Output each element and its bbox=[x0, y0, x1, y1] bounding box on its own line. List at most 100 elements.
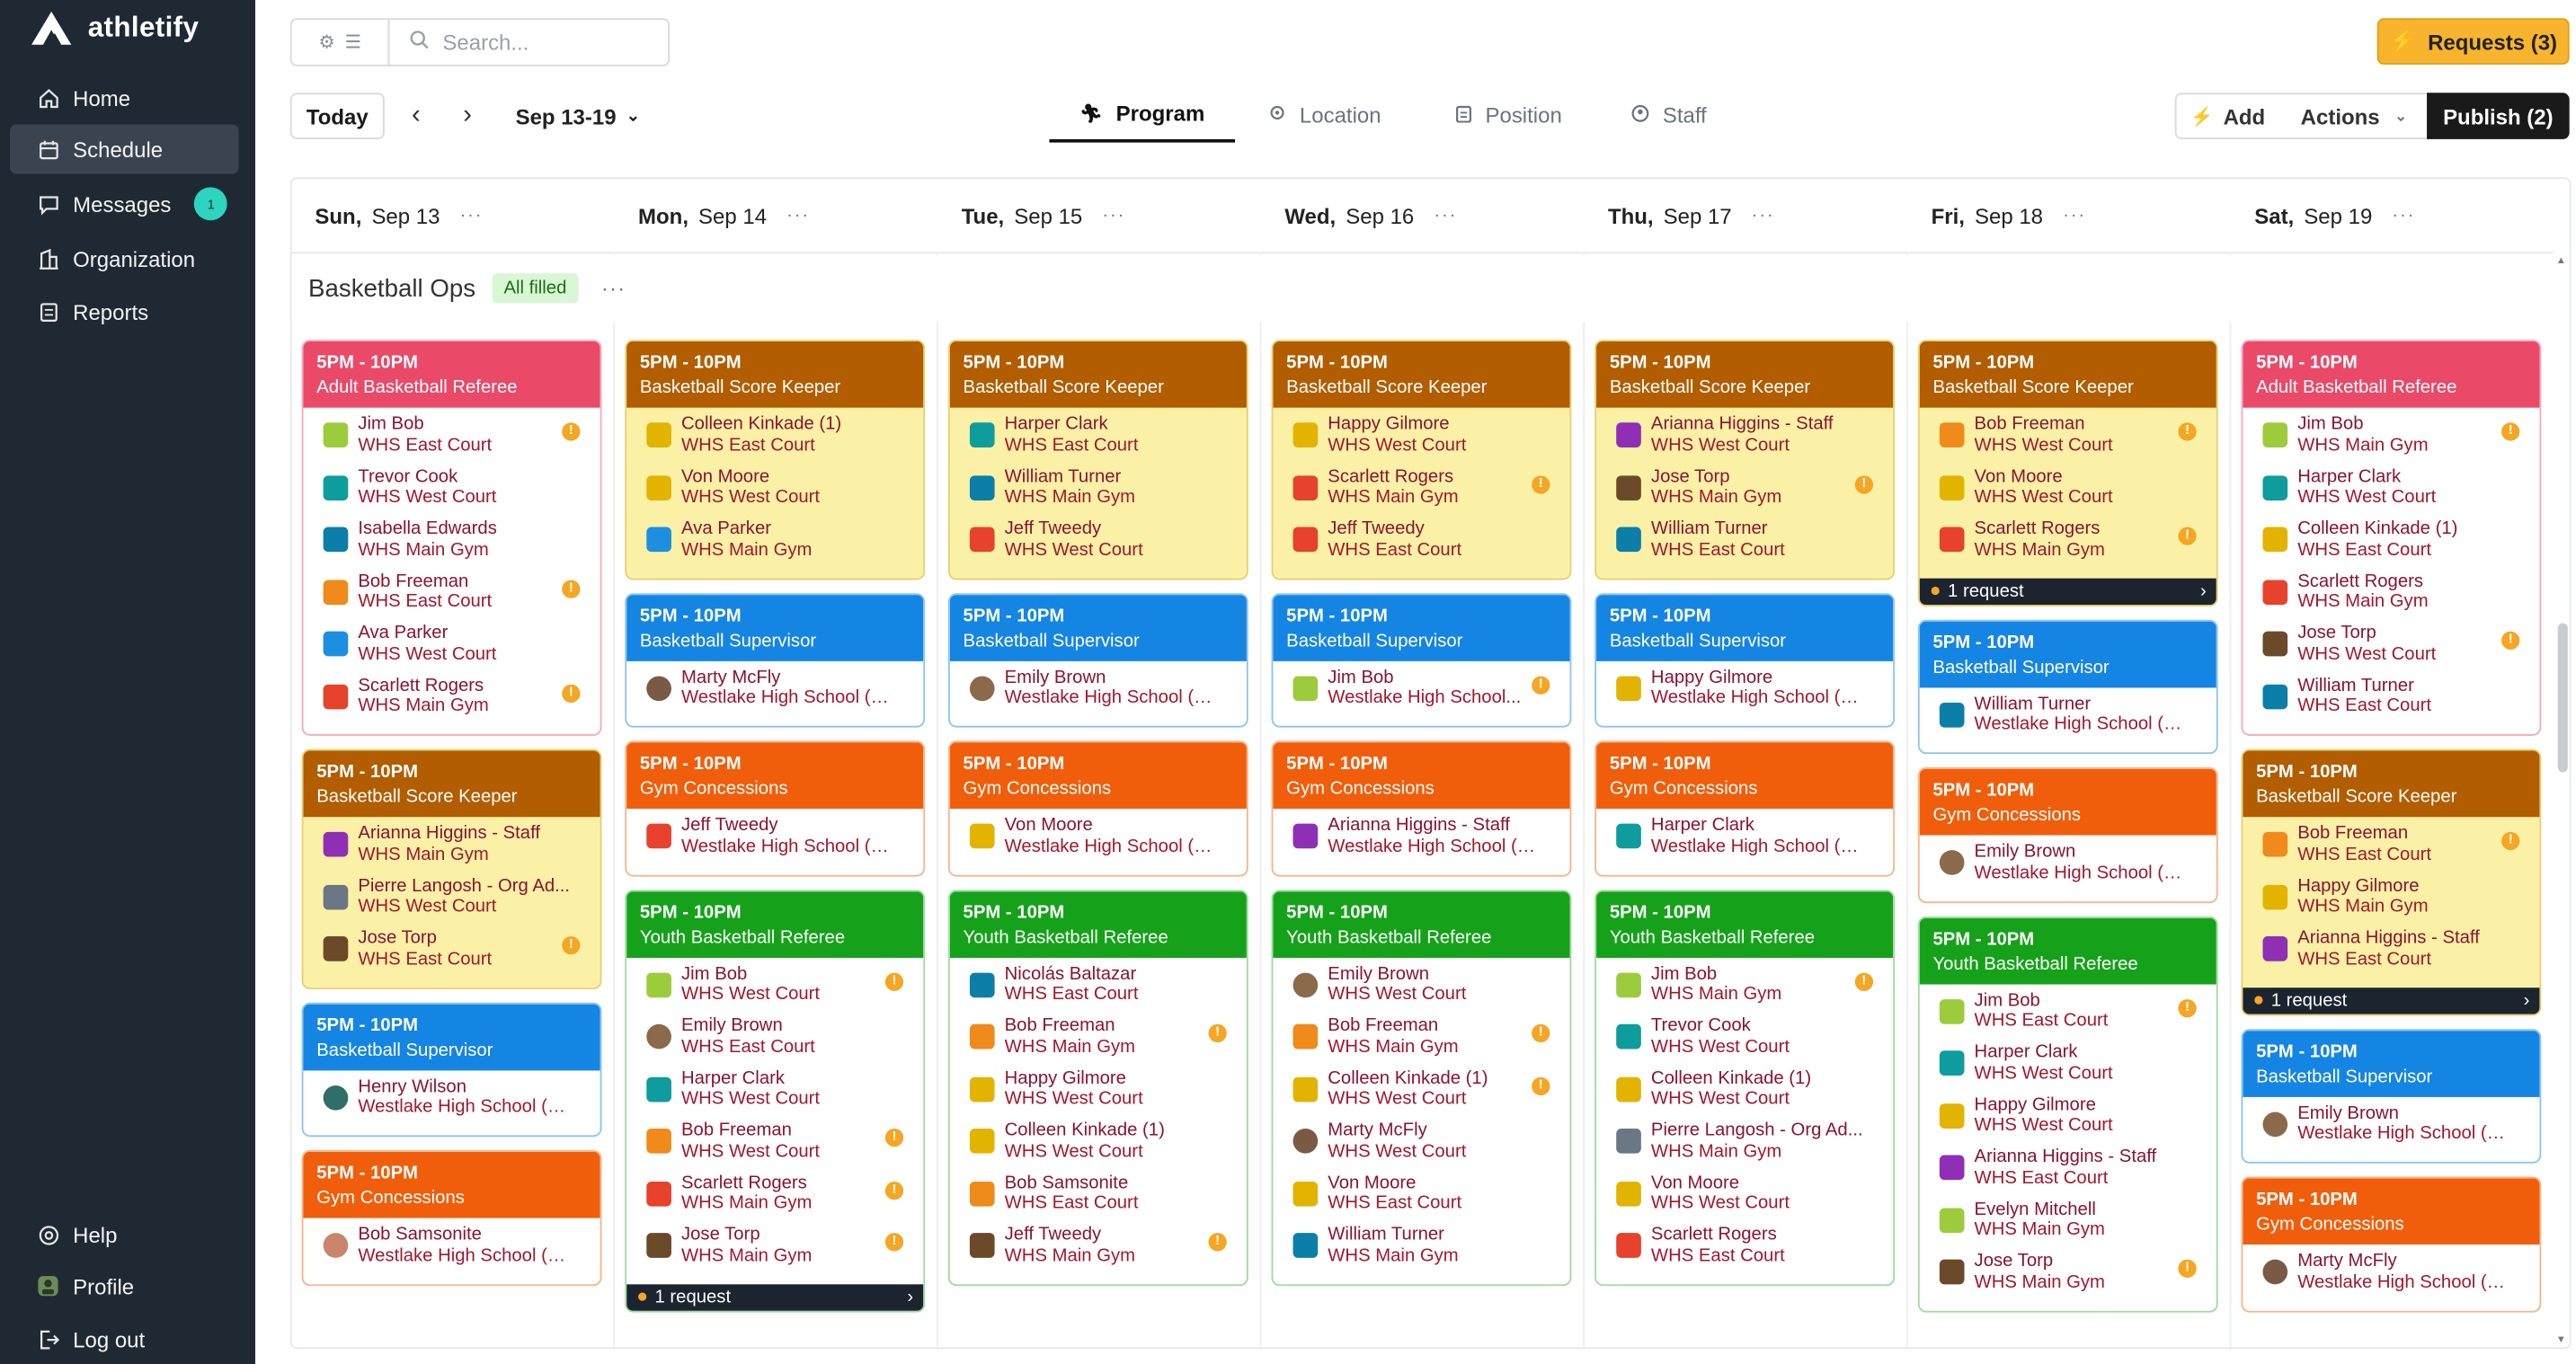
staff-entry[interactable]: Emily Brown Westlake High School (W... bbox=[2243, 1103, 2539, 1155]
warning-icon[interactable]: ! bbox=[2178, 1259, 2197, 1278]
shift-card[interactable]: 5PM - 10PM Basketball Supervisor William T… bbox=[1917, 618, 2218, 755]
shift-header[interactable]: 5PM - 10PM Gym Concessions bbox=[1273, 742, 1570, 810]
warning-icon[interactable]: ! bbox=[1208, 1023, 1227, 1043]
shift-card[interactable]: 5PM - 10PM Adult Basketball Referee Jim Bo… bbox=[2241, 340, 2542, 736]
nav-reports[interactable]: Reports bbox=[10, 287, 239, 336]
publish-button[interactable]: Publish (2) bbox=[2427, 93, 2570, 139]
request-bar[interactable]: 1 request › bbox=[2243, 987, 2540, 1014]
warning-icon[interactable]: ! bbox=[884, 971, 904, 990]
staff-entry[interactable]: Jim Bob WHS Main Gym! bbox=[1596, 963, 1893, 1015]
nav-messages[interactable]: Messages 1 bbox=[10, 179, 239, 228]
staff-entry[interactable]: Happy Gilmore Westlake High School (W... bbox=[1596, 667, 1893, 719]
warning-icon[interactable]: ! bbox=[2501, 422, 2520, 441]
staff-entry[interactable]: Marty McFly Westlake High School (W... bbox=[2243, 1251, 2539, 1303]
staff-entry[interactable]: Von Moore WHS West Court bbox=[626, 466, 923, 518]
staff-entry[interactable]: Jose Torp WHS East Court! bbox=[304, 928, 600, 980]
shift-header[interactable]: 5PM - 10PM Basketball Supervisor bbox=[1919, 620, 2216, 687]
shift-header[interactable]: 5PM - 10PM Gym Concessions bbox=[1596, 742, 1894, 810]
add-button[interactable]: ⚡ Add bbox=[2177, 94, 2279, 137]
staff-entry[interactable]: Von Moore WHS West Court bbox=[1596, 1173, 1893, 1225]
shift-card[interactable]: 5PM - 10PM Gym Concessions Emily Brown West… bbox=[1917, 766, 2218, 903]
warning-icon[interactable]: ! bbox=[562, 683, 581, 703]
more-icon[interactable]: ··· bbox=[1434, 206, 1457, 226]
shift-header[interactable]: 5PM - 10PM Basketball Score Keeper bbox=[1919, 341, 2216, 408]
shift-header[interactable]: 5PM - 10PM Basketball Supervisor bbox=[949, 594, 1247, 660]
more-icon[interactable]: ··· bbox=[2392, 206, 2415, 226]
shift-header[interactable]: 5PM - 10PM Basketball Score Keeper bbox=[1596, 341, 1894, 408]
shift-header[interactable]: 5PM - 10PM Gym Concessions bbox=[949, 742, 1247, 810]
staff-entry[interactable]: Colleen Kinkade (1) WHS East Court bbox=[626, 414, 923, 466]
staff-entry[interactable]: Bob Samsonite Westlake High School (W... bbox=[304, 1225, 600, 1277]
staff-entry[interactable]: Emily Brown WHS East Court bbox=[626, 1016, 923, 1068]
staff-entry[interactable]: Happy Gilmore WHS West Court bbox=[950, 1068, 1247, 1120]
shift-card[interactable]: 5PM - 10PM Gym Concessions Arianna Higgins… bbox=[1271, 740, 1572, 876]
staff-entry[interactable]: Von Moore Westlake High School (W... bbox=[950, 815, 1247, 867]
staff-entry[interactable]: Colleen Kinkade (1) WHS West Court bbox=[950, 1120, 1247, 1173]
shift-card[interactable]: 5PM - 10PM Basketball Supervisor Jim Bob We… bbox=[1271, 592, 1572, 728]
staff-entry[interactable]: Arianna Higgins - Staff WHS Main Gym bbox=[304, 824, 600, 876]
staff-entry[interactable]: William Turner WHS Main Gym bbox=[1273, 1225, 1569, 1277]
shift-card[interactable]: 5PM - 10PM Gym Concessions Harper Clark Wes… bbox=[1594, 740, 1896, 876]
warning-icon[interactable]: ! bbox=[1854, 971, 1874, 990]
day-header[interactable]: Tue, Sep 15 ··· bbox=[938, 179, 1125, 252]
shift-card[interactable]: 5PM - 10PM Basketball Score Keeper Colleen… bbox=[625, 340, 926, 580]
shift-card[interactable]: 5PM - 10PM Basketball Score Keeper Bob Fre… bbox=[2241, 748, 2542, 1015]
staff-entry[interactable]: Harper Clark WHS West Court bbox=[2243, 466, 2539, 518]
warning-icon[interactable]: ! bbox=[2501, 631, 2520, 650]
nav-logout[interactable]: Log out bbox=[10, 1315, 239, 1364]
next-week-icon[interactable]: › bbox=[451, 93, 484, 139]
staff-entry[interactable]: Von Moore WHS West Court bbox=[1920, 466, 2216, 518]
staff-entry[interactable]: Isabella Edwards WHS Main Gym bbox=[304, 518, 600, 571]
nav-organization[interactable]: Organization bbox=[10, 234, 239, 283]
staff-entry[interactable]: Arianna Higgins - Staff WHS East Court bbox=[1920, 1147, 2216, 1199]
staff-entry[interactable]: Jim Bob Westlake High School...! bbox=[1273, 667, 1569, 719]
shift-card[interactable]: 5PM - 10PM Basketball Score Keeper Happy G… bbox=[1271, 340, 1572, 580]
shift-card[interactable]: 5PM - 10PM Basketball Score Keeper Bob Fre… bbox=[1917, 340, 2218, 607]
staff-entry[interactable]: William Turner WHS East Court bbox=[1596, 518, 1893, 571]
nav-schedule[interactable]: Schedule bbox=[10, 124, 239, 174]
day-header[interactable]: Fri, Sep 18 ··· bbox=[1908, 179, 2086, 252]
staff-entry[interactable]: Harper Clark WHS East Court bbox=[950, 414, 1247, 466]
warning-icon[interactable]: ! bbox=[884, 1128, 904, 1147]
staff-entry[interactable]: Jim Bob WHS East Court! bbox=[304, 414, 600, 466]
staff-entry[interactable]: Jose Torp WHS Main Gym! bbox=[1920, 1251, 2216, 1303]
day-header[interactable]: Wed, Sep 16 ··· bbox=[1262, 179, 1458, 252]
nav-profile[interactable]: Profile bbox=[10, 1262, 239, 1311]
shift-card[interactable]: 5PM - 10PM Gym Concessions Marty McFly West… bbox=[2241, 1176, 2542, 1312]
warning-icon[interactable]: ! bbox=[884, 1233, 904, 1252]
staff-entry[interactable]: Jeff Tweedy WHS East Court bbox=[1273, 518, 1569, 571]
today-button[interactable]: Today bbox=[289, 93, 385, 139]
staff-entry[interactable]: Jim Bob WHS East Court! bbox=[1920, 990, 2216, 1042]
warning-icon[interactable]: ! bbox=[1532, 675, 1550, 694]
shift-header[interactable]: 5PM - 10PM Gym Concessions bbox=[2243, 1178, 2540, 1245]
nav-home[interactable]: Home bbox=[10, 73, 239, 122]
shift-header[interactable]: 5PM - 10PM Gym Concessions bbox=[626, 742, 924, 810]
staff-entry[interactable]: Marty McFly Westlake High School (W... bbox=[626, 667, 923, 719]
warning-icon[interactable]: ! bbox=[1208, 1233, 1227, 1252]
staff-entry[interactable]: Jim Bob WHS Main Gym! bbox=[2243, 414, 2539, 466]
staff-entry[interactable]: William Turner WHS Main Gym bbox=[950, 466, 1247, 518]
nav-help[interactable]: Help bbox=[10, 1209, 239, 1259]
staff-entry[interactable]: Ava Parker WHS West Court bbox=[304, 623, 600, 675]
warning-icon[interactable]: ! bbox=[562, 579, 581, 598]
scrollbar-thumb[interactable] bbox=[2557, 623, 2568, 773]
request-bar[interactable]: 1 request › bbox=[1919, 577, 2216, 605]
staff-entry[interactable]: Bob Freeman WHS West Court! bbox=[1920, 414, 2216, 466]
shift-card[interactable]: 5PM - 10PM Basketball Score Keeper Arianna… bbox=[301, 748, 602, 989]
scroll-up-icon[interactable]: ▲ bbox=[2556, 257, 2566, 267]
staff-entry[interactable]: Bob Freeman WHS Main Gym! bbox=[950, 1016, 1247, 1068]
shift-card[interactable]: 5PM - 10PM Youth Basketball Referee Emily … bbox=[1271, 889, 1572, 1286]
tab-location[interactable]: Location bbox=[1268, 86, 1381, 143]
tab-program[interactable]: 🏃︎ Program bbox=[1049, 86, 1236, 143]
staff-entry[interactable]: Bob Freeman WHS West Court! bbox=[626, 1120, 923, 1173]
shift-header[interactable]: 5PM - 10PM Adult Basketball Referee bbox=[303, 341, 600, 408]
shift-header[interactable]: 5PM - 10PM Basketball Score Keeper bbox=[1273, 341, 1570, 408]
shift-header[interactable]: 5PM - 10PM Basketball Supervisor bbox=[303, 1003, 600, 1070]
shift-card[interactable]: 5PM - 10PM Basketball Score Keeper Arianna… bbox=[1594, 340, 1896, 580]
warning-icon[interactable]: ! bbox=[1854, 474, 1874, 493]
shift-header[interactable]: 5PM - 10PM Gym Concessions bbox=[303, 1151, 600, 1218]
staff-entry[interactable]: Scarlett Rogers WHS Main Gym! bbox=[1273, 466, 1569, 518]
more-icon[interactable]: ··· bbox=[601, 277, 626, 300]
actions-button[interactable]: Actions ⌄ bbox=[2279, 94, 2429, 137]
staff-entry[interactable]: Happy Gilmore WHS Main Gym bbox=[2243, 876, 2539, 928]
